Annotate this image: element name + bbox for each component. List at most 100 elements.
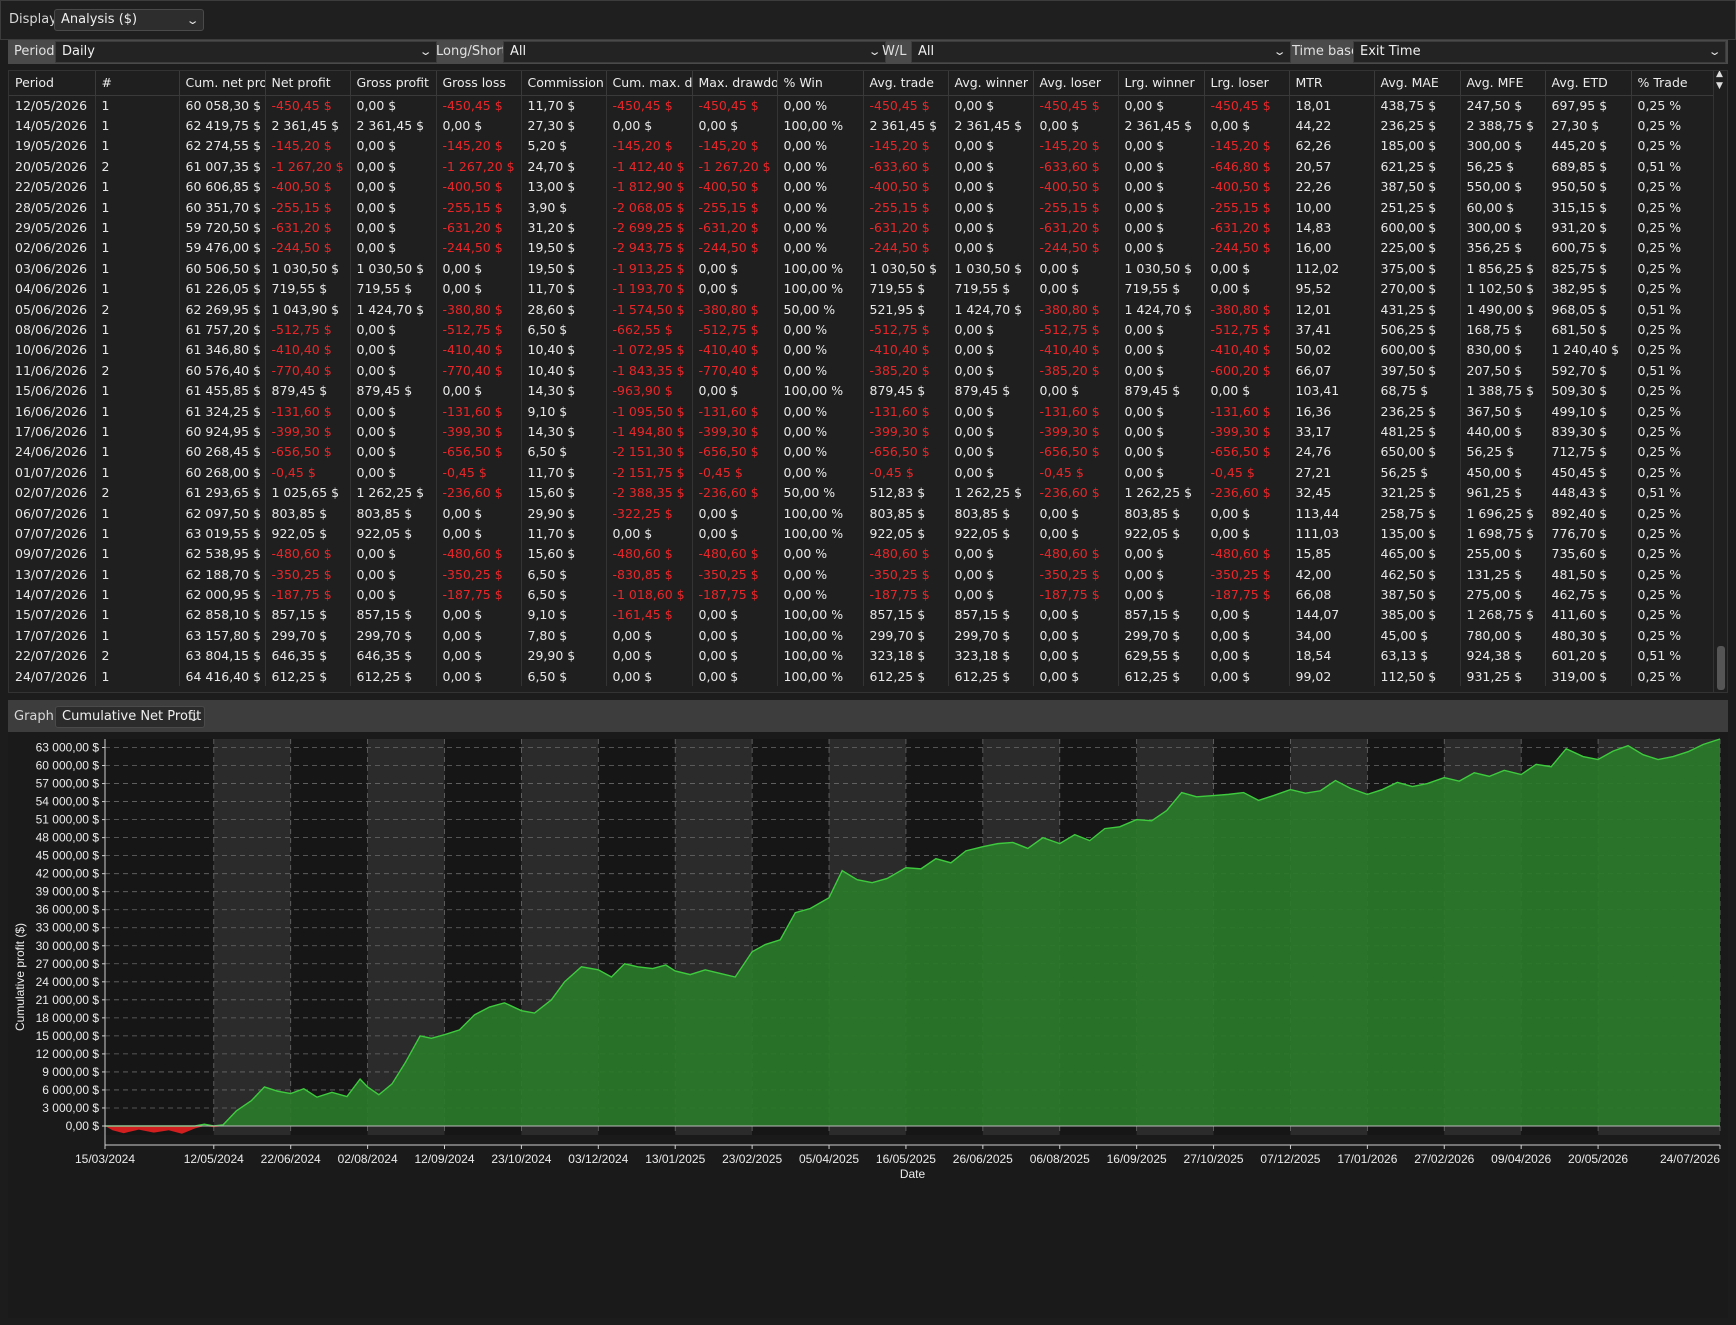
table-cell: 387,50 $ [1374, 584, 1461, 605]
column-header[interactable]: Lrg. winner [1118, 71, 1205, 96]
column-header[interactable]: Lrg. loser [1204, 71, 1290, 96]
table-row[interactable]: 17/07/2026 1 63 157,80 $299,70 $299,70 $0,… [9, 625, 1718, 646]
table-cell: 60 058,30 $ [179, 95, 266, 116]
table-row[interactable]: 12/05/2026 1 60 058,30 $ -450,45 $0,00 $ -45… [9, 95, 1718, 116]
table-cell: 0,00 $ [350, 95, 437, 116]
column-header[interactable]: Avg. MFE [1460, 71, 1546, 96]
table-cell: 1 102,50 $ [1460, 278, 1546, 299]
scroll-down-icon[interactable]: ▼ [1716, 81, 1723, 91]
cumulative-profit-chart[interactable]: 0,00 $ 3 000,00 $ 6 000,00 $ 9 000,00 $ 12 0… [8, 732, 1728, 1318]
x-tick-label: 24/07/2026 [1660, 1152, 1720, 1166]
table-row[interactable]: 01/07/2026 1 60 268,00 $ -0,45 $0,00 $ -0,45… [9, 462, 1718, 483]
table-row[interactable]: 14/07/2026 1 62 000,95 $ -187,75 $0,00 $ -18… [9, 584, 1718, 605]
table-cell: 10,40 $ [521, 339, 607, 361]
x-tick-label: 03/12/2024 [568, 1152, 628, 1166]
x-tick-label: 06/08/2025 [1030, 1152, 1090, 1166]
table-row[interactable]: 15/07/2026 1 62 858,10 $857,15 $857,15 $0,… [9, 604, 1718, 626]
table-cell: 397,50 $ [1374, 360, 1461, 381]
table-row[interactable]: 28/05/2026 1 60 351,70 $ -255,15 $0,00 $ -25… [9, 196, 1718, 218]
column-header[interactable]: Avg. MAE [1374, 71, 1461, 96]
scroll-up-icon[interactable]: ▲ [1716, 71, 1723, 79]
table-row[interactable]: 22/07/2026 2 63 804,15 $646,35 $646,35 $0,… [9, 645, 1718, 666]
column-header[interactable]: Net profit [265, 71, 351, 96]
column-header[interactable]: MTR [1289, 71, 1375, 96]
table-cell: 270,00 $ [1374, 278, 1461, 299]
column-header[interactable]: % Win [777, 71, 864, 96]
table-row[interactable]: 13/07/2026 1 62 188,70 $ -350,25 $0,00 $ -35… [9, 563, 1718, 585]
time-base-select[interactable]: Exit Time ⌄ [1353, 41, 1726, 63]
table-row[interactable]: 24/07/2026 1 64 416,40 $612,25 $612,25 $0,… [9, 665, 1718, 687]
table-cell: 825,75 $ [1545, 258, 1632, 279]
column-header[interactable]: Commission [521, 71, 607, 96]
table-cell: 05/06/2026 [9, 298, 96, 320]
wl-select[interactable]: All ⌄ [911, 41, 1291, 63]
table-cell: 950,50 $ [1545, 176, 1632, 197]
table-row[interactable]: 29/05/2026 1 59 720,50 $ -631,20 $0,00 $ -63… [9, 217, 1718, 238]
x-tick-label: 05/04/2025 [799, 1152, 859, 1166]
display-select[interactable]: Analysis ($) ⌄ [54, 9, 204, 31]
column-header[interactable]: # [95, 71, 180, 96]
table-cell: 512,83 $ [863, 482, 949, 503]
graph-select[interactable]: Cumulative Net Profit ⌄ [55, 706, 205, 728]
column-header[interactable]: Avg. loser [1033, 71, 1119, 96]
table-cell: 236,25 $ [1374, 115, 1461, 136]
table-cell: -350,25 $ [436, 563, 522, 585]
table-cell: 1 [95, 523, 180, 544]
scrollbar-thumb[interactable] [1717, 646, 1725, 690]
column-header[interactable]: Avg. winner [948, 71, 1034, 96]
table-cell: 0,00 $ [692, 523, 778, 544]
table-cell: 1 424,70 $ [350, 298, 437, 320]
table-scrollbar[interactable]: ▲ ▼ [1713, 71, 1727, 692]
column-header[interactable]: % Trade [1631, 71, 1718, 96]
table-row[interactable]: 06/07/2026 1 62 097,50 $803,85 $803,85 $0,… [9, 502, 1718, 524]
table-cell: 431,25 $ [1374, 298, 1461, 320]
table-cell: -770,40 $ [692, 360, 778, 381]
table-row[interactable]: 05/06/2026 2 62 269,95 $1 043,90 $1 424,70… [9, 298, 1718, 320]
table-cell: 839,30 $ [1545, 421, 1632, 442]
table-cell: 1 262,25 $ [948, 482, 1034, 503]
table-cell: -963,90 $ [606, 380, 693, 401]
column-header[interactable]: Avg. ETD [1545, 71, 1632, 96]
table-row[interactable]: 14/05/2026 1 62 419,75 $2 361,45 $2 361,45… [9, 115, 1718, 136]
table-row[interactable]: 19/05/2026 1 62 274,55 $ -145,20 $0,00 $ -14… [9, 135, 1718, 157]
column-header[interactable]: Cum. net prof [179, 71, 266, 96]
table-cell: -161,45 $ [606, 604, 693, 626]
table-cell: 0,00 % [777, 237, 864, 259]
column-header[interactable]: Max. drawdov [692, 71, 778, 96]
table-row[interactable]: 22/05/2026 1 60 606,85 $ -400,50 $0,00 $ -40… [9, 176, 1718, 197]
table-cell: 892,40 $ [1545, 502, 1632, 524]
table-cell: 62 538,95 $ [179, 543, 266, 564]
table-row[interactable]: 02/06/2026 1 59 476,00 $ -244,50 $0,00 $ -24… [9, 237, 1718, 259]
table-row[interactable]: 15/06/2026 1 61 455,85 $879,45 $879,45 $0,… [9, 380, 1718, 401]
column-header[interactable]: Gross loss [436, 71, 522, 96]
column-header[interactable]: Cum. max. dra [606, 71, 693, 96]
table-row[interactable]: 11/06/2026 2 60 576,40 $ -770,40 $0,00 $ -77… [9, 360, 1718, 381]
long-short-select[interactable]: All ⌄ [503, 41, 886, 63]
table-row[interactable]: 16/06/2026 1 61 324,25 $ -131,60 $0,00 $ -13… [9, 400, 1718, 422]
table-cell: -1 018,60 $ [606, 584, 693, 605]
table-row[interactable]: 07/07/2026 1 63 019,55 $922,05 $922,05 $0,… [9, 523, 1718, 544]
x-tick-label: 26/06/2025 [953, 1152, 1013, 1166]
y-tick-label: 24 000,00 $ [36, 975, 100, 989]
table-row[interactable]: 09/07/2026 1 62 538,95 $ -480,60 $0,00 $ -48… [9, 543, 1718, 564]
table-row[interactable]: 24/06/2026 1 60 268,45 $ -656,50 $0,00 $ -65… [9, 441, 1718, 463]
table-row[interactable]: 08/06/2026 1 61 757,20 $ -512,75 $0,00 $ -51… [9, 319, 1718, 340]
long-short-select-value: All [510, 44, 527, 59]
table-cell: -1 193,70 $ [606, 278, 693, 299]
table-row[interactable]: 02/07/2026 2 61 293,65 $1 025,65 $1 262,25… [9, 482, 1718, 503]
column-header[interactable]: Avg. trade [863, 71, 949, 96]
column-header[interactable]: Gross profit [350, 71, 437, 96]
table-cell: 0,00 $ [606, 523, 693, 544]
table-cell: -255,15 $ [1033, 196, 1119, 218]
table-cell: 600,00 $ [1374, 217, 1461, 238]
table-cell: 0,00 $ [350, 339, 437, 361]
period-select[interactable]: Daily ⌄ [55, 41, 437, 63]
table-row[interactable]: 17/06/2026 1 60 924,95 $ -399,30 $0,00 $ -39… [9, 421, 1718, 442]
table-row[interactable]: 20/05/2026 2 61 007,35 $ -1 267,20 $0,00 $ -… [9, 156, 1718, 177]
table-row[interactable]: 03/06/2026 1 60 506,50 $1 030,50 $1 030,50… [9, 258, 1718, 279]
table-row[interactable]: 04/06/2026 1 61 226,05 $719,55 $719,55 $0,… [9, 278, 1718, 299]
table-cell: 2 [95, 298, 180, 320]
table-row[interactable]: 10/06/2026 1 61 346,80 $ -410,40 $0,00 $ -41… [9, 339, 1718, 361]
column-header[interactable]: Period [9, 71, 96, 96]
table-cell: 1 [95, 380, 180, 401]
